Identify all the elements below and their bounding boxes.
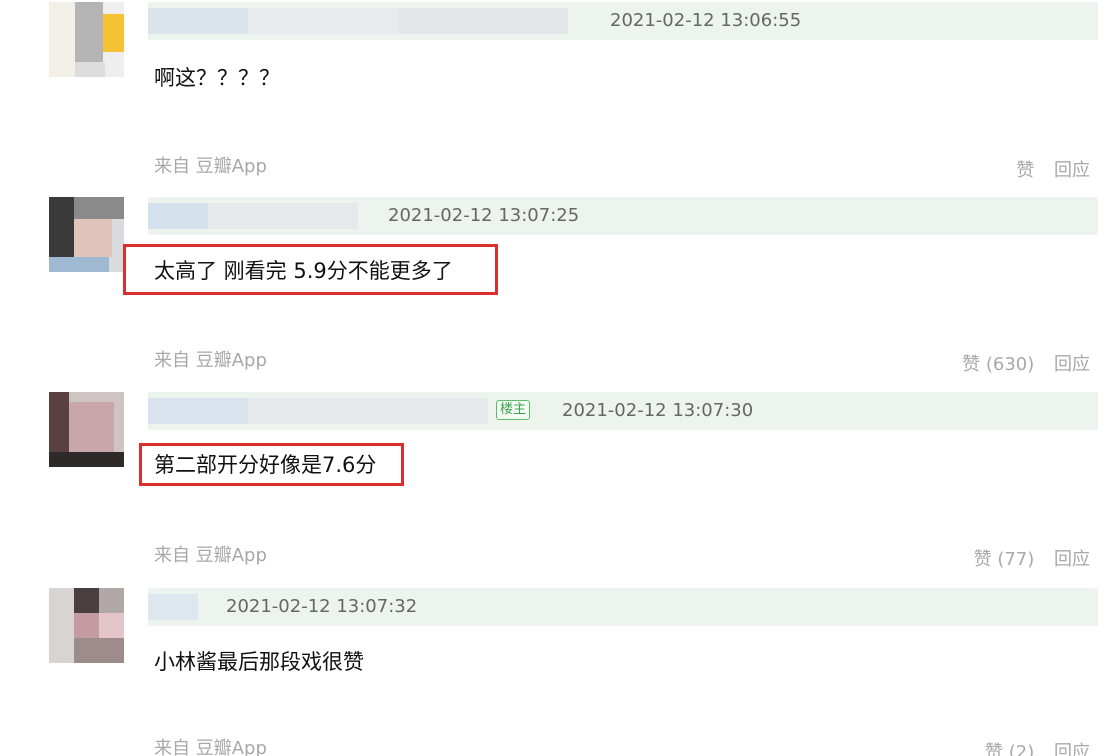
op-badge: 楼主 bbox=[496, 400, 531, 420]
username-bar: 楼主 2021-02-12 13:07:30 bbox=[148, 392, 1098, 430]
comment-text: 太高了 刚看完 5.9分不能更多了 bbox=[154, 259, 453, 283]
comment-timestamp: 2021-02-12 13:06:55 bbox=[610, 10, 802, 31]
comment-text: 啊这？？？？ bbox=[154, 66, 280, 90]
username-bar: 2021-02-12 13:06:55 bbox=[148, 2, 1098, 40]
like-button[interactable]: 赞 (77) bbox=[974, 549, 1035, 570]
comment-actions: 赞 回应 bbox=[1002, 160, 1090, 182]
comment-actions: 赞 (2) 回应 bbox=[971, 742, 1090, 756]
comment-source: 来自 豆瓣App bbox=[154, 545, 267, 566]
comment-source: 来自 豆瓣App bbox=[154, 156, 267, 177]
avatar[interactable] bbox=[49, 588, 124, 663]
username-bar: 2021-02-12 13:07:25 bbox=[148, 197, 1098, 235]
comment-timestamp: 2021-02-12 13:07:25 bbox=[388, 205, 580, 226]
comment-source: 来自 豆瓣App bbox=[154, 738, 267, 756]
avatar[interactable] bbox=[49, 2, 124, 77]
comment-timestamp: 2021-02-12 13:07:30 bbox=[562, 400, 754, 421]
reply-button[interactable]: 回应 bbox=[1054, 354, 1090, 375]
avatar[interactable] bbox=[49, 392, 124, 467]
comment-text: 小林酱最后那段戏很赞 bbox=[154, 650, 364, 674]
reply-button[interactable]: 回应 bbox=[1054, 549, 1090, 570]
like-button[interactable]: 赞 bbox=[1016, 160, 1034, 181]
comment-text: 第二部开分好像是7.6分 bbox=[154, 453, 377, 477]
like-button[interactable]: 赞 (630) bbox=[962, 354, 1034, 375]
reply-button[interactable]: 回应 bbox=[1054, 160, 1090, 181]
comment-thread: 2021-02-12 13:06:55 啊这？？？？ 来自 豆瓣App 赞 回应… bbox=[0, 0, 1106, 756]
comment-timestamp: 2021-02-12 13:07:32 bbox=[226, 596, 418, 617]
like-button[interactable]: 赞 (2) bbox=[985, 742, 1034, 756]
reply-button[interactable]: 回应 bbox=[1054, 742, 1090, 756]
comment-source: 来自 豆瓣App bbox=[154, 350, 267, 371]
username-bar: 2021-02-12 13:07:32 bbox=[148, 588, 1098, 626]
comment-actions: 赞 (630) 回应 bbox=[948, 354, 1090, 376]
avatar[interactable] bbox=[49, 197, 124, 272]
comment-actions: 赞 (77) 回应 bbox=[960, 549, 1090, 571]
